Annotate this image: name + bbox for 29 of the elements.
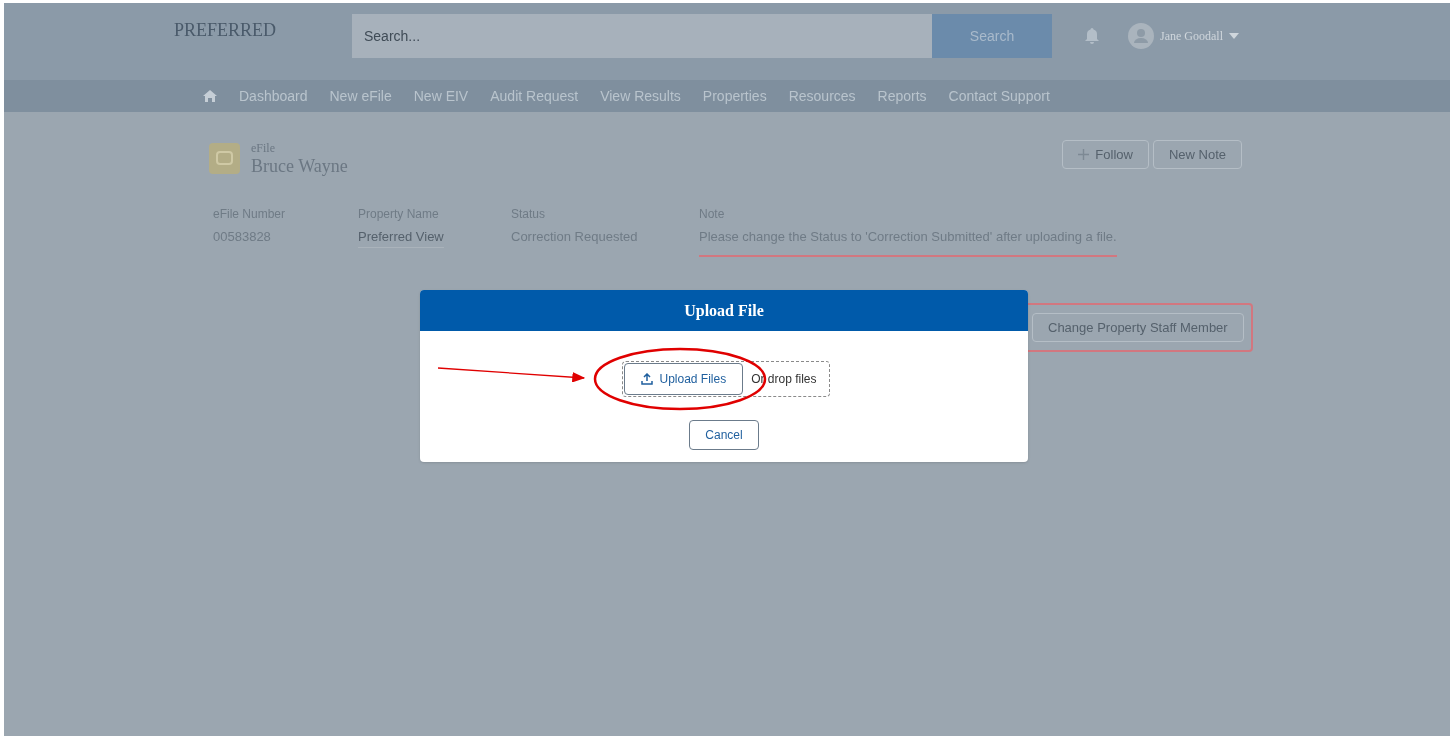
upload-icon [641, 373, 654, 385]
user-name[interactable]: Jane Goodall [1160, 27, 1223, 44]
nav-link[interactable]: Contact Support [948, 86, 1050, 106]
nav-link[interactable]: Properties [702, 86, 767, 106]
field-link[interactable]: Preferred View [358, 227, 444, 248]
nav-link[interactable]: New EIV [413, 86, 469, 106]
home-icon[interactable] [203, 90, 217, 102]
avatar-icon[interactable] [1128, 22, 1154, 49]
logo[interactable]: PREFERRED [174, 15, 344, 44]
search-button[interactable]: Search [932, 13, 1052, 58]
nav-link[interactable]: View Results [600, 86, 681, 106]
record-icon [209, 142, 240, 174]
search-field[interactable]: Search... [352, 13, 932, 58]
plus-icon [1078, 149, 1090, 160]
nav-link[interactable]: Audit Request [490, 86, 579, 106]
record-action-button[interactable]: New Note [1152, 140, 1242, 169]
dialog-title: Upload File [420, 290, 1028, 331]
nav-link[interactable]: New eFile [329, 86, 392, 106]
drop-hint: Or drop files [751, 371, 817, 387]
upload-files-button[interactable]: Upload Files [624, 363, 744, 395]
caret-icon[interactable] [1229, 32, 1239, 39]
record-action-button[interactable]: Follow [1062, 140, 1149, 169]
nav-link[interactable]: Reports [877, 86, 927, 106]
nav-link[interactable]: Dashboard [239, 86, 308, 106]
nav-link[interactable]: Resources [788, 86, 856, 106]
bell-icon[interactable] [1084, 26, 1100, 45]
cancel-button[interactable]: Cancel [689, 420, 759, 450]
drop-zone[interactable]: Upload Files Or drop files [622, 361, 830, 397]
change-staff-button[interactable]: Change Property Staff Member [1032, 313, 1244, 342]
